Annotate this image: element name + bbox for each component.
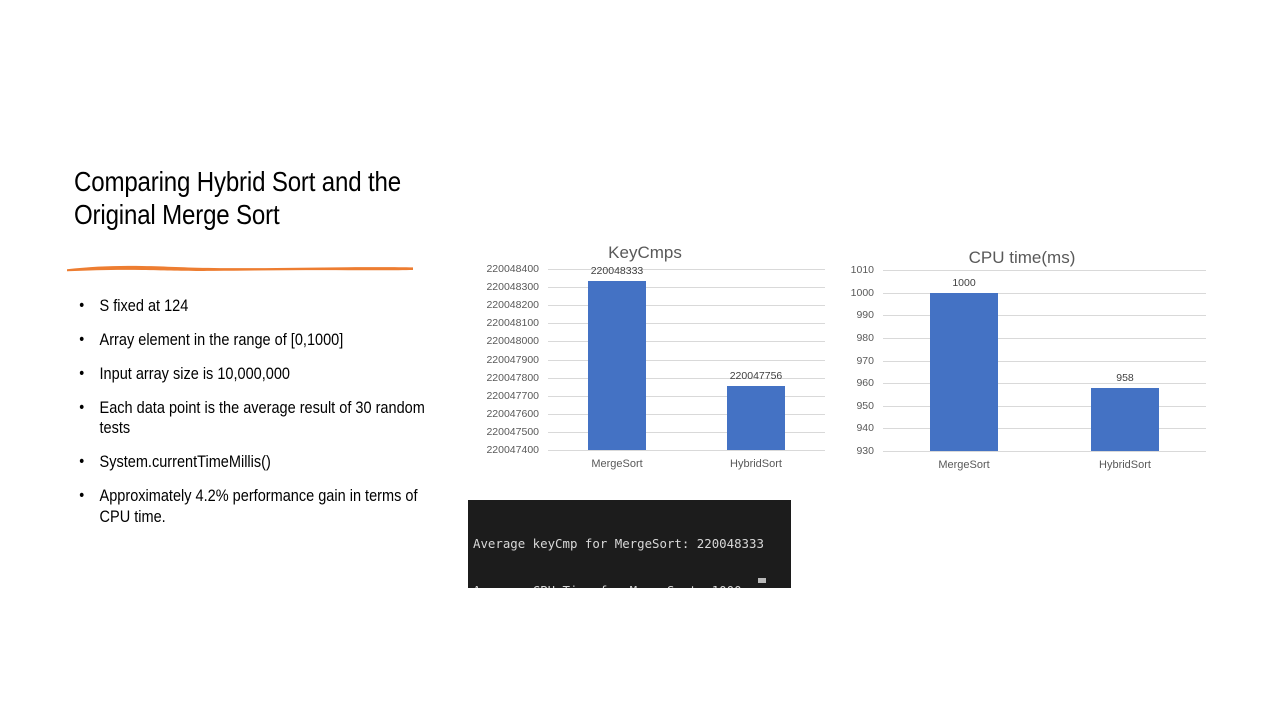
bullet-dot-icon: • [79,364,85,382]
chart-bar[interactable] [1091,388,1159,451]
bullet-list: • S fixed at 124 • Array element in the … [74,296,474,541]
chart-plot-area: 1010 1000 990 980 970 960 950 940 930 1000 MergeSo… [838,265,1206,480]
chart-bar[interactable] [930,293,998,451]
list-item-text: Each data point is the average result of… [99,398,425,438]
y-axis-tick-label: 220048000 [486,335,539,347]
chart-title: CPU time(ms) [968,248,1076,267]
slide-text-column: Comparing Hybrid Sort and the Original M… [67,165,426,526]
chart-gridline [883,451,1206,452]
chart-keycmps: KeyCmps 220048400 220048300 220048200 22004… [465,243,825,488]
y-axis-tick-label: 970 [856,355,874,367]
y-axis-tick-label: 220047800 [486,372,539,384]
console-output-panel: Average keyCmp for MergeSort: 220048333 … [468,500,791,588]
list-item: • Array element in the range of [0,1000] [74,330,452,350]
y-axis-tick-label: 220048100 [486,317,539,329]
bullet-dot-icon: • [79,330,85,348]
bar-value-label: 1000 [952,277,976,289]
y-axis-tick-label: 990 [856,309,874,321]
list-item-text: S fixed at 124 [99,297,189,315]
list-item-text: System.currentTimeMillis() [99,453,271,472]
x-axis-category-label: MergeSort [591,458,643,470]
y-axis-tick-label: 930 [856,445,874,457]
y-axis-tick-label: 220047600 [486,408,539,420]
bullet-dot-icon: • [79,453,85,471]
chart-cputime: CPU time(ms) 1010 1000 990 980 970 960 950 940 9… [838,248,1206,488]
page-title: Comparing Hybrid Sort and the Original M… [74,166,401,231]
x-axis-category-label: HybridSort [1099,459,1151,471]
y-axis-tick-label: 220048400 [486,263,539,275]
title-underline-brushstroke [67,265,413,272]
list-item: • Approximately 4.2% performance gain in… [74,486,452,527]
bar-value-label: 220048333 [590,265,644,277]
list-item: • S fixed at 124 [74,296,452,316]
bullet-dot-icon: • [79,487,85,505]
y-axis-tick-label: 1000 [850,287,874,299]
bullet-dot-icon: • [79,398,85,416]
y-axis-tick-label: 960 [856,377,874,389]
chart-bar[interactable] [727,386,785,450]
chart-gridline [883,270,1206,271]
chart-bar[interactable] [588,281,646,450]
y-axis-tick-label: 220048200 [486,299,539,311]
list-item: • System.currentTimeMillis() [74,452,452,472]
console-line: Average CPU Time for MergeSort: 1000ms [473,583,791,588]
x-axis-category-label: HybridSort [730,458,782,470]
list-item-text: Input array size is 10,000,000 [99,364,291,383]
y-axis-tick-label: 950 [856,400,874,412]
chart-plot-area: 220048400 220048300 220048200 220048100 2200… [465,264,825,479]
y-axis-tick-label: 220047900 [486,354,539,366]
y-axis-tick-label: 220047700 [486,390,539,402]
console-cursor [758,578,766,583]
y-axis-tick-label: 220048300 [486,281,539,293]
y-axis-tick-label: 1010 [850,264,874,276]
y-axis-tick-label: 220047500 [486,426,539,438]
y-axis-tick-label: 940 [856,422,874,434]
console-line: Average keyCmp for MergeSort: 220048333 [473,535,764,551]
chart-gridline [548,450,825,451]
x-axis-category-label: MergeSort [938,459,990,471]
list-item: • Input array size is 10,000,000 [74,364,452,384]
list-item: • Each data point is the average result … [74,398,452,439]
list-item-text: Array element in the range of [0,1000] [99,330,344,349]
y-axis-tick-label: 980 [856,332,874,344]
bar-value-label: 958 [1116,372,1134,384]
y-axis-tick-label: 220047400 [486,444,539,456]
chart-title: KeyCmps [608,243,682,262]
bullet-dot-icon: • [79,297,85,314]
bar-value-label: 220047756 [729,370,783,382]
list-item-text: Approximately 4.2% performance gain in t… [99,487,418,526]
